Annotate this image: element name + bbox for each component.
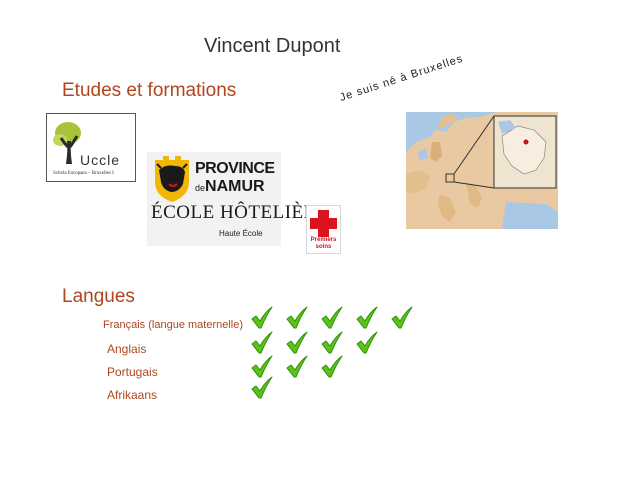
red-cross-icon — [310, 210, 337, 237]
check-icon — [321, 306, 343, 329]
europe-map-image — [406, 112, 558, 229]
namur-logo-subtitle: Haute École — [219, 229, 263, 238]
uccle-school-logo: Uccle Schola Europaea – Bruxelles I — [46, 113, 136, 182]
check-icon — [251, 376, 273, 399]
check-icon — [286, 306, 308, 329]
first-aid-logo: Premiers soins — [306, 205, 341, 254]
first-aid-line1: Premiers — [310, 237, 337, 243]
namur-logo-school: ÉCOLE HÔTELIÈRE — [151, 202, 329, 223]
namur-school-logo: PROVINCE deNAMUR ÉCOLE HÔTELIÈRE Haute É… — [147, 152, 328, 246]
check-icon — [321, 355, 343, 378]
first-aid-label: Premiers soins — [308, 237, 339, 251]
language-label: Portugais — [107, 365, 158, 379]
check-icon — [321, 331, 343, 354]
first-aid-line2: soins — [315, 244, 332, 250]
page-title: Vincent Dupont — [204, 35, 341, 57]
uccle-logo-name: Uccle — [80, 152, 121, 168]
check-icon — [286, 355, 308, 378]
uccle-logo-subtitle: Schola Europaea – Bruxelles I — [53, 171, 114, 176]
birthplace-note: Je suis né à Bruxelles — [338, 52, 465, 104]
namur-logo-namur: deNAMUR — [195, 178, 265, 196]
check-icon — [251, 306, 273, 329]
check-icon — [356, 306, 378, 329]
language-label: Afrikaans — [107, 388, 158, 402]
namur-logo-name: NAMUR — [205, 178, 265, 195]
education-heading: Etudes et formations — [62, 80, 237, 101]
check-icon — [251, 331, 273, 354]
language-label: Anglais — [107, 342, 147, 356]
check-icon — [286, 331, 308, 354]
check-icon — [391, 306, 413, 329]
namur-logo-province: PROVINCE — [195, 160, 275, 177]
languages-heading: Langues — [62, 286, 135, 307]
check-icon — [356, 331, 378, 354]
language-label: Français (langue maternelle) — [103, 319, 244, 331]
namur-logo-de: de — [195, 183, 206, 193]
crest-icon — [155, 156, 189, 202]
